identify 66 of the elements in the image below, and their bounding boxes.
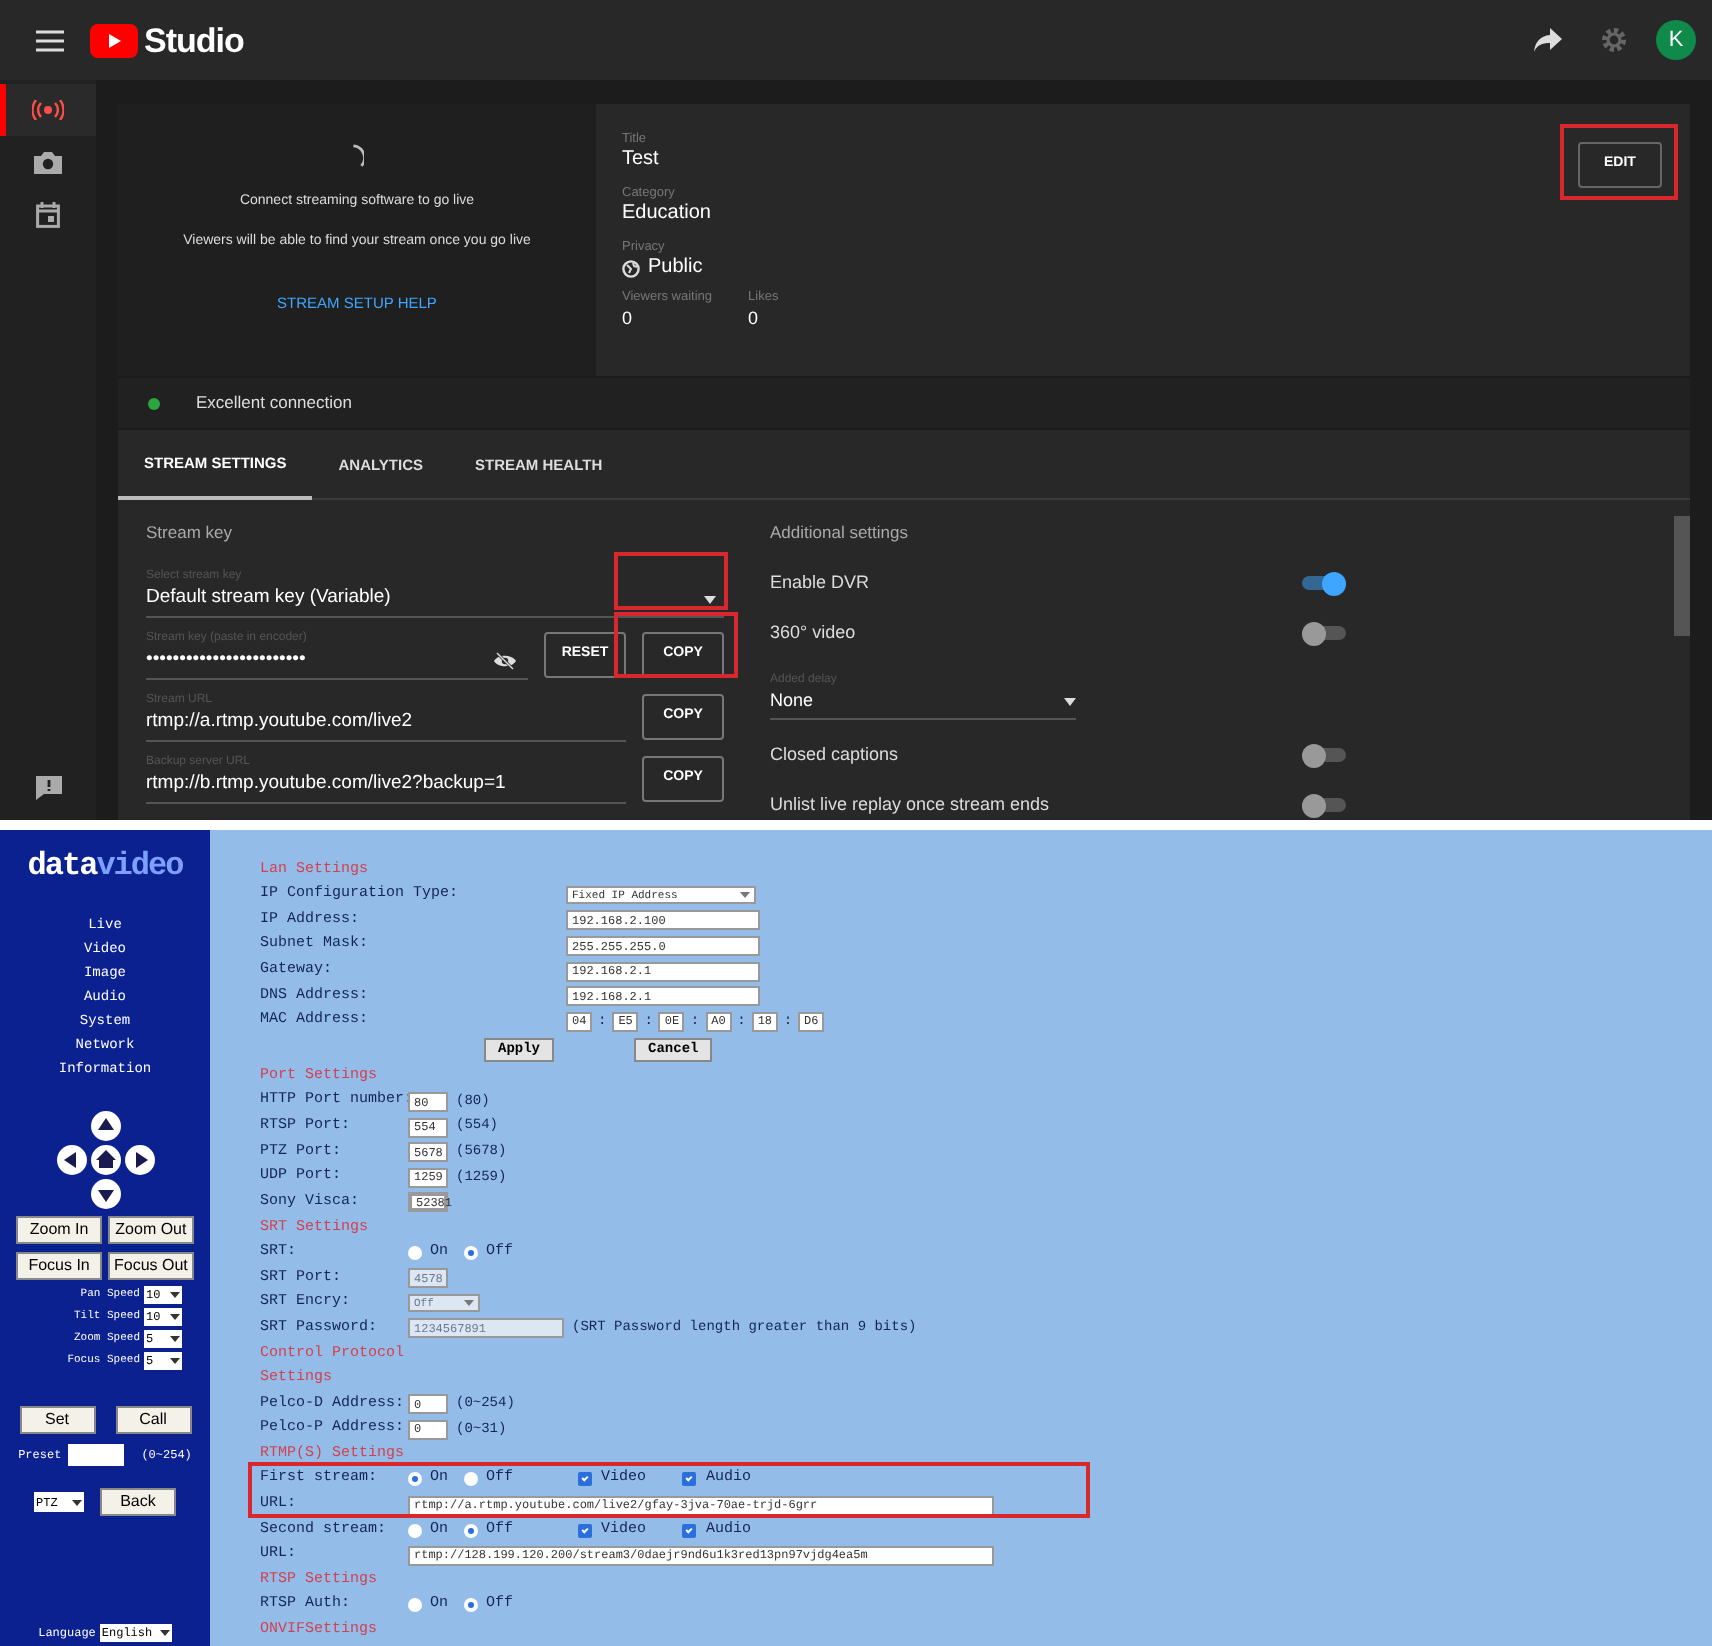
radio-button[interactable] [464,1523,479,1538]
scrollbar-thumb[interactable] [1674,516,1690,636]
toggle-switch[interactable] [1302,743,1346,767]
radio-button[interactable] [464,1598,479,1613]
loading-icon [351,144,363,168]
section-heading: Additional settings [770,520,910,546]
feedback-icon[interactable] [35,776,61,800]
checkbox[interactable] [682,1523,697,1538]
calendar-icon [36,201,60,227]
highlight-frame [614,612,738,678]
radio-button[interactable] [408,1472,422,1487]
checkbox[interactable] [682,1472,697,1487]
toggle-switch[interactable] [1302,621,1346,645]
play-logo-icon [90,23,138,57]
setting-label: 360° video [770,619,856,646]
logo-text: Studio [144,23,244,57]
caret-icon [170,1336,180,1342]
toggle-switch[interactable] [1302,793,1346,817]
preset-button[interactable]: Call [115,1406,191,1434]
caret-icon [464,1300,474,1307]
radio-button[interactable] [408,1523,422,1538]
radio-button[interactable] [408,1246,422,1261]
section-heading: Stream key [146,520,234,546]
share-icon[interactable] [1534,28,1562,52]
status-text: Excellent connection [196,390,352,416]
control-button[interactable]: Focus In [16,1252,102,1280]
logo-text: datavideo [27,850,183,882]
checkbox[interactable] [577,1472,592,1487]
caret-icon [72,1499,82,1505]
caret-icon [170,1314,180,1320]
menu-icon[interactable] [36,29,64,51]
back-button[interactable]: Back [100,1488,176,1516]
setting-label: Unlist live replay once stream ends [770,791,1050,818]
caret-icon [159,1630,170,1636]
settings-icon[interactable] [1600,26,1628,54]
setting-label: Closed captions [770,741,899,768]
toggle-switch[interactable] [1302,571,1346,595]
caret-icon [704,596,716,604]
caret-icon [1064,698,1076,706]
radio-button[interactable] [464,1246,479,1261]
caret-icon [170,1292,180,1298]
live-icon [32,100,64,120]
stat-value: 0 [622,306,635,332]
home-icon[interactable] [89,1144,121,1176]
hidden-eye-icon [494,652,516,670]
rail-item[interactable] [0,84,96,136]
radio-button[interactable] [464,1472,479,1487]
field-value: Public [648,256,703,280]
control-button[interactable]: Focus Out [108,1252,194,1280]
caret-icon [740,892,750,899]
radio-button[interactable] [408,1598,422,1613]
highlight-frame [614,552,728,610]
avatar[interactable]: K [1656,20,1696,60]
control-button[interactable]: Zoom In [16,1216,102,1244]
preset-button[interactable]: Set [19,1406,95,1434]
field-value: Test [622,148,659,172]
globe-icon [622,259,640,277]
control-button[interactable]: Zoom Out [108,1216,194,1244]
field-value: Education [622,202,711,226]
highlight-frame [1560,124,1678,200]
stat-value: 0 [748,306,761,332]
checkbox[interactable] [577,1523,592,1538]
setting-label: Enable DVR [770,569,870,596]
input-field[interactable] [67,1444,124,1466]
camera-icon [34,150,62,174]
caret-icon [170,1358,180,1364]
